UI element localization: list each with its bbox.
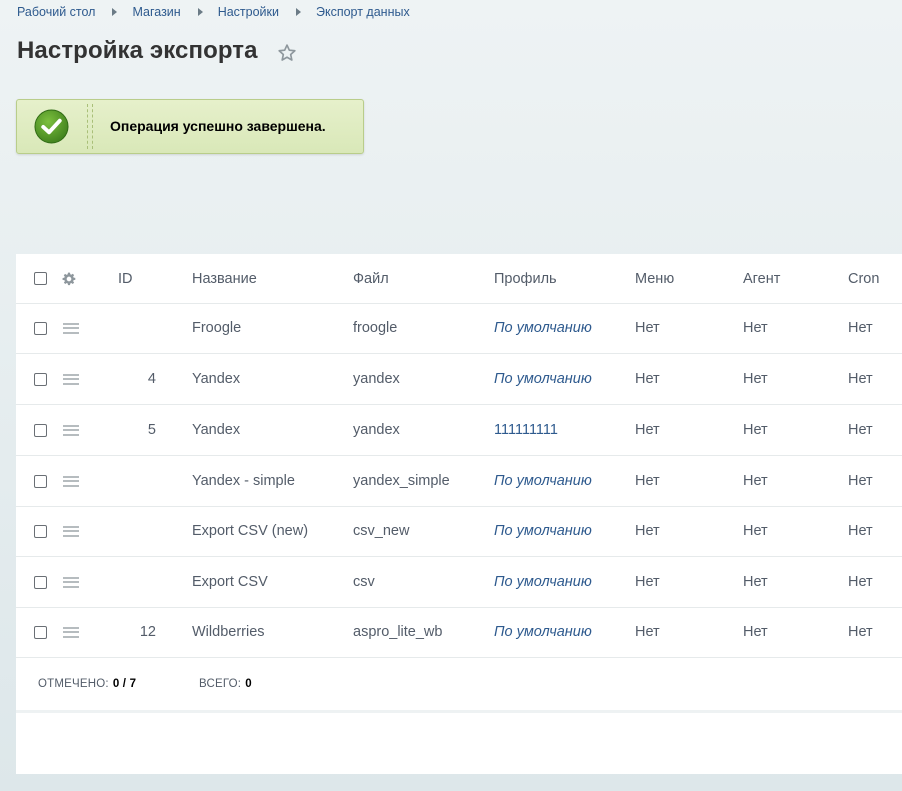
cell-file: aspro_lite_wb [353, 624, 443, 640]
column-header-id[interactable]: ID [118, 254, 133, 303]
table-row[interactable]: Export CSV (new) csv_new По умолчанию Не… [16, 506, 902, 557]
page-title: Настройка экспорта [17, 37, 258, 64]
cell-cron: Нет [848, 523, 873, 539]
grid-header: ID Название Файл Профиль Меню Агент Cron [16, 254, 902, 304]
cell-name: Export CSV [192, 574, 268, 590]
column-header-file[interactable]: Файл [353, 254, 389, 303]
cell-agent: Нет [743, 473, 768, 489]
column-header-menu[interactable]: Меню [635, 254, 674, 303]
checked-label: ОТМЕЧЕНО: [38, 678, 109, 690]
cell-menu: Нет [635, 523, 660, 539]
grid-footer: ОТМЕЧЕНО: 0 / 7 ВСЕГО: 0 [16, 658, 902, 713]
profile-link[interactable]: По умолчанию [494, 371, 592, 387]
column-header-profile[interactable]: Профиль [494, 254, 557, 303]
cell-cron: Нет [848, 574, 873, 590]
cell-name: Yandex [192, 371, 241, 387]
table-row[interactable]: Export CSV csv По умолчанию Нет Нет Нет [16, 557, 902, 608]
column-header-agent[interactable]: Агент [743, 254, 780, 303]
total-value: 0 [245, 678, 252, 690]
cell-name: Yandex - simple [192, 473, 295, 489]
checked-counter: ОТМЕЧЕНО: 0 / 7 [38, 658, 136, 710]
breadcrumb-export[interactable]: Экспорт данных [316, 5, 410, 19]
cell-name: Yandex [192, 422, 241, 438]
cell-name: Wildberries [192, 624, 265, 640]
cell-cron: Нет [848, 624, 873, 640]
profile-link[interactable]: По умолчанию [494, 523, 592, 539]
table-row[interactable]: 4 Yandex yandex По умолчанию Нет Нет Нет [16, 354, 902, 405]
table-row[interactable]: 5 Yandex yandex 111111111 Нет Нет Нет [16, 405, 902, 456]
cell-cron: Нет [848, 422, 873, 438]
cell-menu: Нет [635, 473, 660, 489]
table-row[interactable]: 12 Wildberries aspro_lite_wb По умолчани… [16, 607, 902, 658]
breadcrumb-desktop[interactable]: Рабочий стол [17, 5, 95, 19]
profile-link[interactable]: По умолчанию [494, 473, 592, 489]
chevron-right-icon [197, 8, 203, 16]
cell-id [16, 303, 156, 353]
cell-id [16, 506, 156, 556]
breadcrumb-shop[interactable]: Магазин [132, 5, 180, 19]
cell-id: 4 [147, 371, 156, 387]
profile-link[interactable]: По умолчанию [494, 574, 592, 590]
cell-id [16, 557, 156, 607]
chevron-right-icon [112, 8, 118, 16]
column-header-cron[interactable]: Cron [848, 254, 879, 303]
cell-file: yandex_simple [353, 473, 450, 489]
profile-link[interactable]: По умолчанию [494, 624, 592, 640]
alert-message: Операция успешно завершена. [110, 118, 326, 134]
cell-cron: Нет [848, 320, 873, 336]
table-row[interactable]: Froogle froogle По умолчанию Нет Нет Нет [16, 303, 902, 354]
cell-cron: Нет [848, 473, 873, 489]
success-alert: Операция успешно завершена. [16, 99, 364, 154]
cell-agent: Нет [743, 320, 768, 336]
export-grid: ID Название Файл Профиль Меню Агент Cron… [16, 254, 902, 774]
column-header-name[interactable]: Название [192, 254, 257, 303]
breadcrumb: Рабочий стол Магазин Настройки Экспорт д… [17, 4, 410, 20]
cell-file: yandex [353, 422, 400, 438]
cell-id: 5 [147, 422, 156, 438]
cell-menu: Нет [635, 371, 660, 387]
cell-id [16, 456, 156, 506]
select-all-checkbox[interactable] [34, 272, 47, 285]
cell-file: yandex [353, 371, 400, 387]
table-row[interactable]: Yandex - simple yandex_simple По умолчан… [16, 456, 902, 507]
cell-menu: Нет [635, 574, 660, 590]
total-counter: ВСЕГО: 0 [199, 658, 252, 710]
cell-agent: Нет [743, 624, 768, 640]
cell-agent: Нет [743, 371, 768, 387]
cell-menu: Нет [635, 422, 660, 438]
cell-file: csv_new [353, 523, 410, 539]
profile-link[interactable]: По умолчанию [494, 320, 592, 336]
star-icon[interactable] [277, 43, 297, 63]
breadcrumb-settings[interactable]: Настройки [218, 5, 279, 19]
gear-icon[interactable] [62, 272, 76, 286]
cell-menu: Нет [635, 320, 660, 336]
cell-name: Froogle [192, 320, 242, 336]
cell-name: Export CSV (new) [192, 523, 309, 539]
cell-agent: Нет [743, 422, 768, 438]
checked-value: 0 / 7 [112, 678, 137, 690]
cell-menu: Нет [635, 624, 660, 640]
alert-divider [87, 104, 93, 149]
title-row: Настройка экспорта [17, 36, 297, 66]
cell-agent: Нет [743, 574, 768, 590]
cell-id: 12 [139, 624, 156, 640]
profile-link[interactable]: 111111111 [494, 422, 558, 438]
cell-file: froogle [353, 320, 398, 336]
checkmark-icon [34, 109, 69, 144]
cell-cron: Нет [848, 371, 873, 387]
cell-file: csv [353, 574, 375, 590]
chevron-right-icon [295, 8, 301, 16]
total-label: ВСЕГО: [199, 678, 242, 690]
cell-agent: Нет [743, 523, 768, 539]
